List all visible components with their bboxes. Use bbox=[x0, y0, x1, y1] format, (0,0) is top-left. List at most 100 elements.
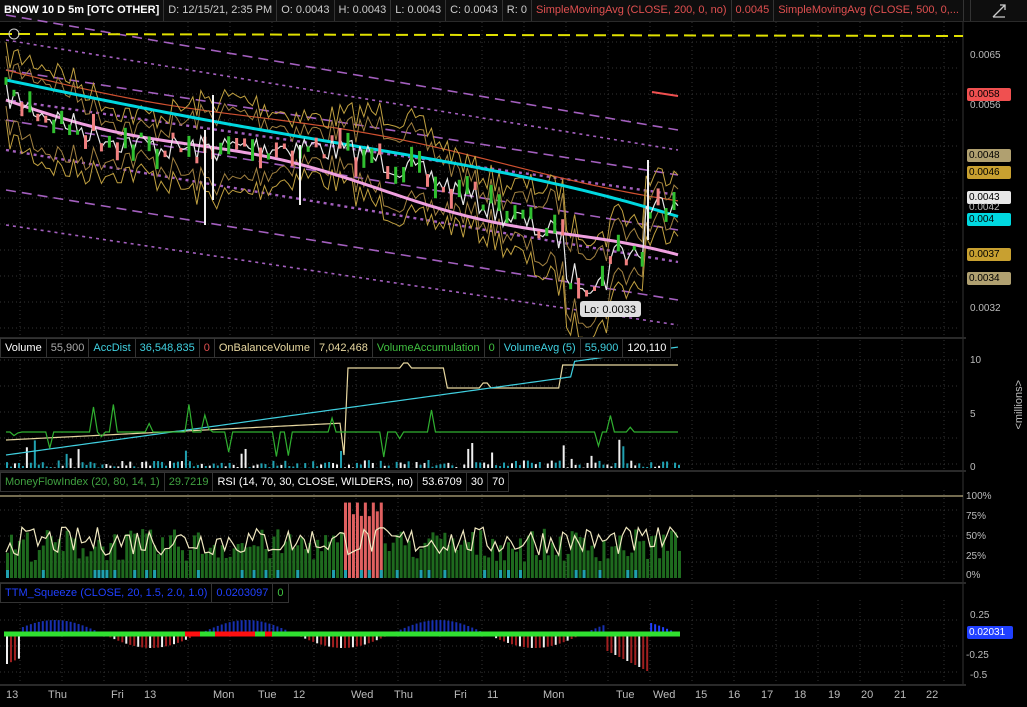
volume-accumulation-line bbox=[6, 404, 678, 458]
volume-bar bbox=[507, 465, 510, 468]
regression-channel-line bbox=[5, 14, 679, 131]
oscillator-study-cell[interactable]: MoneyFlowIndex (20, 80, 14, 1) bbox=[0, 472, 165, 492]
volume-bar bbox=[594, 462, 597, 468]
volume-study-cell[interactable]: Volume bbox=[0, 338, 47, 358]
mfi-low-bar bbox=[252, 570, 256, 578]
squeeze-study-cell[interactable]: 0 bbox=[273, 583, 289, 603]
price-candle bbox=[672, 192, 676, 211]
volume-bar bbox=[363, 460, 366, 468]
osc-tick: 50% bbox=[966, 531, 987, 542]
volume-study-cell[interactable]: 55,900 bbox=[46, 338, 90, 358]
volume-bar bbox=[328, 462, 331, 468]
price-badge: 0.0046 bbox=[967, 166, 1011, 179]
volume-study-cell[interactable]: 0 bbox=[484, 338, 500, 358]
volume-study-cell[interactable]: OnBalanceVolume bbox=[214, 338, 315, 358]
mfi-bar bbox=[602, 540, 606, 578]
mfi-low-bar bbox=[133, 570, 137, 578]
volume-study-cell[interactable]: 55,900 bbox=[580, 338, 624, 358]
squeeze-study-cell[interactable]: TTM_Squeeze (CLOSE, 20, 1.5, 2.0, 1.0) bbox=[0, 583, 213, 603]
price-badge: 0.0037 bbox=[967, 248, 1011, 261]
squeeze-histogram-bar bbox=[17, 634, 20, 659]
mfi-bar bbox=[435, 535, 439, 578]
volume-study-cell[interactable]: VolumeAccumulation bbox=[372, 338, 485, 358]
price-candle bbox=[171, 132, 175, 139]
time-label: 13 bbox=[6, 689, 19, 701]
volume-bar bbox=[113, 466, 116, 468]
volume-bar bbox=[395, 461, 398, 468]
volume-bar bbox=[105, 464, 108, 468]
volume-bar bbox=[45, 466, 48, 468]
volume-bar bbox=[455, 466, 458, 468]
price-candle bbox=[386, 166, 390, 180]
volume-bar bbox=[530, 462, 533, 468]
mfi-bar bbox=[658, 558, 662, 578]
volume-bar bbox=[228, 462, 231, 468]
mfi-bar bbox=[312, 559, 316, 578]
volume-bar bbox=[630, 460, 633, 468]
volume-bar bbox=[208, 465, 211, 468]
oscillator-study-cell[interactable]: 29.7219 bbox=[164, 472, 214, 492]
price-candle bbox=[52, 119, 56, 134]
volume-bar bbox=[379, 460, 382, 468]
volume-bar bbox=[538, 462, 541, 468]
squeeze-study-cell[interactable]: 0.0203097 bbox=[212, 583, 274, 603]
mfi-bar bbox=[610, 546, 614, 578]
price-candle bbox=[577, 277, 581, 299]
mfi-bar bbox=[117, 559, 121, 578]
price-candle bbox=[195, 156, 199, 164]
mfi-bar bbox=[268, 558, 272, 578]
price-candle bbox=[457, 179, 461, 198]
price-candle bbox=[545, 227, 549, 237]
price-candle bbox=[251, 139, 255, 161]
volume-study-cell[interactable]: AccDist bbox=[89, 338, 136, 358]
volume-study-bar[interactable]: Volume 55,900 AccDist 36,548,835 0 OnBalanceV… bbox=[0, 338, 672, 358]
price-candle bbox=[362, 149, 366, 168]
mfi-bar bbox=[594, 557, 598, 578]
mfi-bar bbox=[407, 540, 411, 578]
mfi-bar bbox=[534, 555, 538, 578]
volume-bar bbox=[626, 463, 629, 468]
oscillator-study-cell[interactable]: 30 bbox=[466, 472, 489, 492]
volume-study-cell[interactable]: 0 bbox=[199, 338, 215, 358]
volume-study-cell[interactable]: 120,110 bbox=[623, 338, 672, 358]
mfi-bar bbox=[678, 550, 681, 578]
price-candle bbox=[91, 113, 95, 131]
volume-bar bbox=[518, 465, 521, 468]
volume-bar bbox=[491, 452, 494, 468]
volume-bar bbox=[340, 450, 343, 468]
oscillator-study-cell[interactable]: RSI (14, 70, 30, CLOSE, WILDERS, no) bbox=[213, 472, 419, 492]
mfi-bar bbox=[304, 549, 308, 578]
price-candle bbox=[147, 136, 151, 152]
mfi-bar bbox=[280, 553, 284, 578]
price-candle bbox=[338, 127, 342, 149]
mfi-low-bar bbox=[379, 570, 383, 578]
squeeze-study-bar[interactable]: TTM_Squeeze (CLOSE, 20, 1.5, 2.0, 1.0) 0.… bbox=[0, 583, 289, 603]
volume-bar bbox=[276, 465, 279, 468]
oscillator-study-cell[interactable]: 53.6709 bbox=[418, 472, 467, 492]
volume-bar bbox=[383, 465, 386, 468]
volume-bar bbox=[522, 460, 525, 468]
sma500-line bbox=[5, 69, 679, 202]
squeeze-histogram-bar bbox=[622, 634, 625, 659]
time-label: Mon bbox=[543, 689, 565, 701]
volume-bar bbox=[479, 462, 482, 468]
mfi-low-bar bbox=[507, 570, 511, 578]
volume-study-cell[interactable]: VolumeAvg (5) bbox=[499, 338, 581, 358]
time-axis[interactable]: 13 Thu Fri 13 Mon Tue 12 Wed Thu Fri 11 Mon Tue Wed 15… bbox=[0, 686, 966, 707]
volume-bar bbox=[41, 462, 44, 468]
mfi-bar bbox=[188, 549, 192, 578]
mfi-bar bbox=[455, 549, 459, 578]
volume-study-cell[interactable]: 7,042,468 bbox=[314, 338, 373, 358]
volume-study-cell[interactable]: 36,548,835 bbox=[135, 338, 200, 358]
squeeze-histogram-bar bbox=[634, 634, 637, 665]
mfi-bar bbox=[292, 547, 296, 578]
volume-bar bbox=[173, 462, 176, 468]
price-candle bbox=[139, 132, 143, 138]
mfi-low-bar bbox=[196, 570, 200, 578]
oscillator-study-bar[interactable]: MoneyFlowIndex (20, 80, 14, 1) 29.7219 RSI… bbox=[0, 472, 510, 492]
oscillator-study-cell[interactable]: 70 bbox=[488, 472, 510, 492]
volume-bar bbox=[121, 461, 124, 468]
volume-bar bbox=[188, 461, 191, 468]
price-candle bbox=[616, 234, 620, 252]
squeeze-histogram-bar bbox=[626, 634, 629, 661]
